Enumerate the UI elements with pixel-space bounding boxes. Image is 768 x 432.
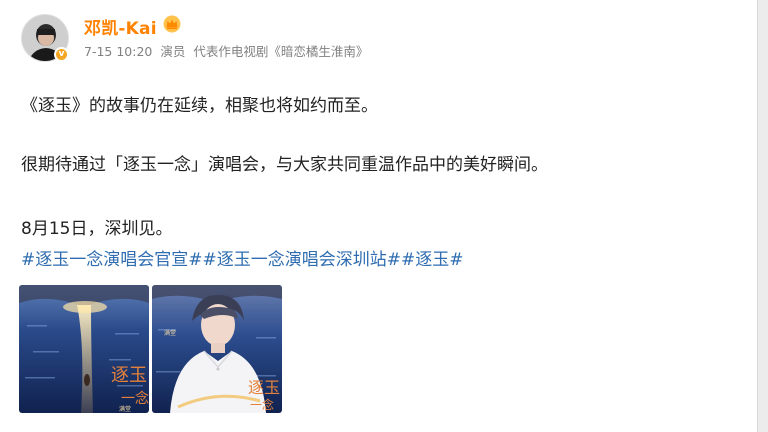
post-image-1[interactable]: 逐玉 一念 满堂 <box>19 285 149 413</box>
verified-badge-icon: v <box>54 47 69 62</box>
poster-image-1: 逐玉 一念 满堂 <box>19 285 149 413</box>
post-timestamp[interactable]: 7-15 10:20 <box>84 44 152 59</box>
author-works: 代表作电视剧《暗恋橘生淮南》 <box>193 44 369 59</box>
post-meta: 7-15 10:20 演员 代表作电视剧《暗恋橘生淮南》 <box>84 41 368 60</box>
author-role: 演员 <box>160 44 186 59</box>
poster-1-subtitle: 一念 <box>121 390 149 407</box>
post-text-line-2: 很期待通过「逐玉一念」演唱会，与大家共同重温作品中的美好瞬间。 <box>21 155 548 175</box>
post-text-line-3: 8月15日，深圳见。 <box>21 219 173 239</box>
crown-icon[interactable] <box>162 15 182 33</box>
poster-1-title: 逐玉 <box>111 365 147 386</box>
weibo-post-card: v 邓凯-Kai 7-15 10:20 演员 代表作电视剧《暗恋橘生淮南》 《逐… <box>0 0 758 432</box>
hashtag-concert-shenzhen[interactable]: #逐玉一念演唱会深圳站# <box>203 250 402 270</box>
hashtag-zhuyu[interactable]: #逐玉# <box>401 250 464 270</box>
post-text-line-1: 《逐玉》的故事仍在延续，相聚也将如约而至。 <box>21 96 378 116</box>
hashtag-row: #逐玉一念演唱会官宣##逐玉一念演唱会深圳站##逐玉# <box>21 245 464 270</box>
poster-1-caption: 满堂 <box>119 405 131 413</box>
hashtag-concert-official[interactable]: #逐玉一念演唱会官宣# <box>21 250 203 270</box>
poster-2-caption: 满堂 <box>164 329 176 337</box>
poster-2-title: 逐玉 <box>248 378 280 397</box>
post-image-2[interactable]: 逐玉 一念 满堂 <box>152 285 282 413</box>
scrollbar[interactable] <box>758 0 768 432</box>
poster-2-subtitle: 一念 <box>250 397 274 412</box>
poster-image-2: 逐玉 一念 满堂 <box>152 285 282 413</box>
author-name[interactable]: 邓凯-Kai <box>84 14 157 39</box>
